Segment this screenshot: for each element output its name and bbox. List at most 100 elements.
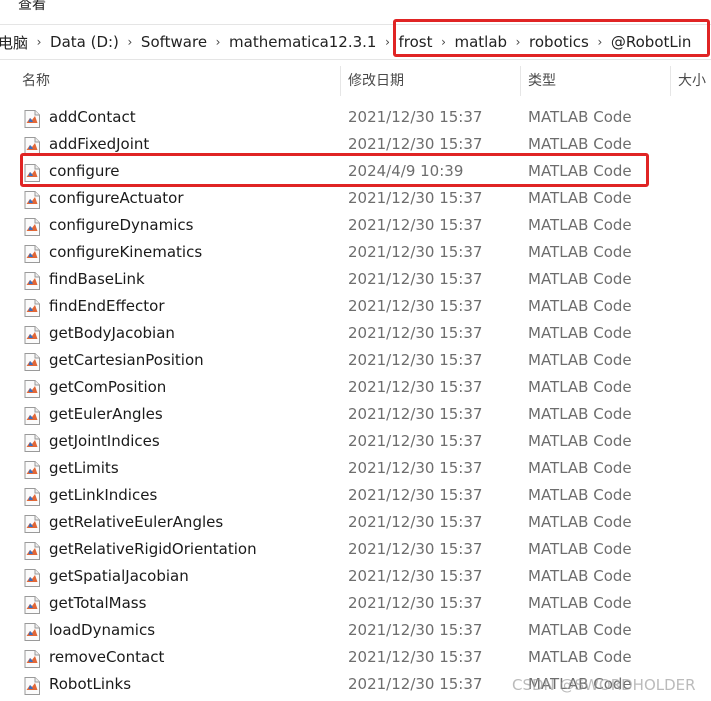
file-modified: 2021/12/30 15:37	[348, 432, 483, 450]
file-name: loadDynamics	[49, 621, 156, 639]
matlab-file-icon	[24, 326, 40, 344]
matlab-file-icon	[24, 488, 40, 506]
matlab-file-icon	[24, 380, 40, 398]
file-type: MATLAB Code	[528, 108, 632, 126]
file-modified: 2021/12/30 15:37	[348, 351, 483, 369]
file-row[interactable]: getRelativeEulerAngles 2021/12/30 15:37 MA…	[0, 510, 711, 537]
file-row[interactable]: getBodyJacobian 2021/12/30 15:37 MATLAB Co…	[0, 321, 711, 348]
file-row[interactable]: getLinkIndices 2021/12/30 15:37 MATLAB Cod…	[0, 483, 711, 510]
chevron-right-icon[interactable]: ›	[511, 35, 525, 49]
column-header-size[interactable]: 大小	[678, 66, 706, 96]
file-name: getRelativeEulerAngles	[49, 513, 224, 531]
file-modified: 2021/12/30 15:37	[348, 459, 483, 477]
matlab-file-icon	[24, 650, 40, 668]
breadcrumb-item[interactable]: frost	[394, 33, 436, 51]
file-name: getBodyJacobian	[49, 324, 175, 342]
file-modified: 2021/12/30 15:37	[348, 108, 483, 126]
chevron-right-icon[interactable]: ›	[32, 35, 46, 49]
file-name: getLinkIndices	[49, 486, 158, 504]
file-row[interactable]: getJointIndices 2021/12/30 15:37 MATLAB Co…	[0, 429, 711, 456]
file-type: MATLAB Code	[528, 648, 632, 666]
column-divider[interactable]	[340, 66, 341, 96]
matlab-file-icon	[24, 164, 40, 182]
file-type: MATLAB Code	[528, 540, 632, 558]
breadcrumb-item[interactable]: robotics	[525, 33, 593, 51]
file-name: getLimits	[49, 459, 119, 477]
matlab-file-icon	[24, 218, 40, 236]
file-modified: 2021/12/30 15:37	[348, 270, 483, 288]
file-name: getRelativeRigidOrientation	[49, 540, 257, 558]
watermark: CSDN @SWORDHOLDER	[512, 676, 696, 694]
column-header-modified[interactable]: 修改日期	[348, 66, 404, 96]
matlab-file-icon	[24, 299, 40, 317]
matlab-file-icon	[24, 569, 40, 587]
file-modified: 2021/12/30 15:37	[348, 189, 483, 207]
file-type: MATLAB Code	[528, 162, 632, 180]
file-modified: 2021/12/30 15:37	[348, 567, 483, 585]
column-divider[interactable]	[520, 66, 521, 96]
matlab-file-icon	[24, 245, 40, 263]
matlab-file-icon	[24, 137, 40, 155]
file-type: MATLAB Code	[528, 594, 632, 612]
file-name: addFixedJoint	[49, 135, 150, 153]
breadcrumb-item[interactable]: @RobotLin	[607, 33, 696, 51]
file-type: MATLAB Code	[528, 216, 632, 234]
column-divider[interactable]	[670, 66, 671, 96]
file-row[interactable]: findEndEffector 2021/12/30 15:37 MATLAB Co…	[0, 294, 711, 321]
matlab-file-icon	[24, 677, 40, 695]
file-modified: 2024/4/9 10:39	[348, 162, 464, 180]
file-row[interactable]: addContact 2021/12/30 15:37 MATLAB Code	[0, 105, 711, 132]
column-header-name[interactable]: 名称	[22, 66, 50, 96]
chevron-right-icon[interactable]: ›	[380, 35, 394, 49]
file-name: configureKinematics	[49, 243, 203, 261]
file-name: configureDynamics	[49, 216, 194, 234]
file-row[interactable]: configureDynamics 2021/12/30 15:37 MATLAB …	[0, 213, 711, 240]
file-type: MATLAB Code	[528, 297, 632, 315]
chevron-right-icon[interactable]: ›	[436, 35, 450, 49]
matlab-file-icon	[24, 191, 40, 209]
file-type: MATLAB Code	[528, 378, 632, 396]
file-list: addContact 2021/12/30 15:37 MATLAB Code add…	[0, 105, 711, 699]
file-row[interactable]: getComPosition 2021/12/30 15:37 MATLAB Cod…	[0, 375, 711, 402]
file-row[interactable]: addFixedJoint 2021/12/30 15:37 MATLAB Code	[0, 132, 711, 159]
file-row[interactable]: getRelativeRigidOrientation 2021/12/30 15…	[0, 537, 711, 564]
file-modified: 2021/12/30 15:37	[348, 675, 483, 693]
file-modified: 2021/12/30 15:37	[348, 405, 483, 423]
file-modified: 2021/12/30 15:37	[348, 594, 483, 612]
file-row[interactable]: getTotalMass 2021/12/30 15:37 MATLAB Code	[0, 591, 711, 618]
file-name: configureActuator	[49, 189, 184, 207]
file-type: MATLAB Code	[528, 567, 632, 585]
file-modified: 2021/12/30 15:37	[348, 216, 483, 234]
menu-view[interactable]: 查看	[18, 0, 46, 14]
file-type: MATLAB Code	[528, 189, 632, 207]
file-name: getEulerAngles	[49, 405, 163, 423]
breadcrumb-item[interactable]: Software	[137, 33, 211, 51]
file-row[interactable]: getSpatialJacobian 2021/12/30 15:37 MATLAB…	[0, 564, 711, 591]
file-row[interactable]: findBaseLink 2021/12/30 15:37 MATLAB Code	[0, 267, 711, 294]
file-modified: 2021/12/30 15:37	[348, 243, 483, 261]
breadcrumb-item[interactable]: matlab	[450, 33, 511, 51]
file-name: configure	[49, 162, 120, 180]
file-row[interactable]: configure 2024/4/9 10:39 MATLAB Code	[0, 159, 711, 186]
breadcrumb: 电脑 › Data (D:) › Software › mathematica1…	[0, 25, 695, 59]
file-row[interactable]: configureActuator 2021/12/30 15:37 MATLAB …	[0, 186, 711, 213]
file-row[interactable]: getLimits 2021/12/30 15:37 MATLAB Code	[0, 456, 711, 483]
chevron-right-icon[interactable]: ›	[211, 35, 225, 49]
file-row[interactable]: getEulerAngles 2021/12/30 15:37 MATLAB Cod…	[0, 402, 711, 429]
file-modified: 2021/12/30 15:37	[348, 135, 483, 153]
file-row[interactable]: removeContact 2021/12/30 15:37 MATLAB Code	[0, 645, 711, 672]
file-type: MATLAB Code	[528, 432, 632, 450]
file-row[interactable]: getCartesianPosition 2021/12/30 15:37 MATL…	[0, 348, 711, 375]
address-bar[interactable]: 电脑 › Data (D:) › Software › mathematica1…	[0, 24, 711, 60]
chevron-right-icon[interactable]: ›	[593, 35, 607, 49]
file-name: getComPosition	[49, 378, 167, 396]
file-modified: 2021/12/30 15:37	[348, 513, 483, 531]
file-row[interactable]: configureKinematics 2021/12/30 15:37 MATLA…	[0, 240, 711, 267]
breadcrumb-item[interactable]: Data (D:)	[46, 33, 123, 51]
chevron-right-icon[interactable]: ›	[123, 35, 137, 49]
breadcrumb-item[interactable]: mathematica12.3.1	[225, 33, 380, 51]
file-row[interactable]: loadDynamics 2021/12/30 15:37 MATLAB Code	[0, 618, 711, 645]
file-type: MATLAB Code	[528, 486, 632, 504]
column-header-type[interactable]: 类型	[528, 66, 556, 96]
breadcrumb-item[interactable]: 电脑	[0, 32, 32, 53]
